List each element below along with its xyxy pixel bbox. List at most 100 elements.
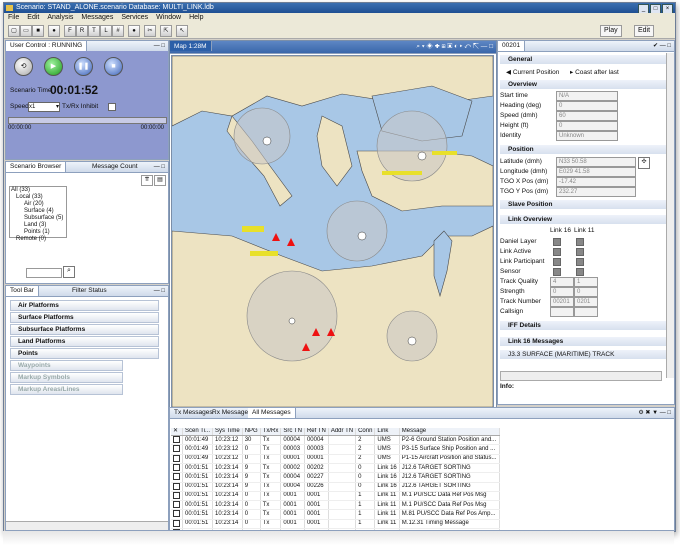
row-checkbox-cell[interactable] [171, 472, 183, 483]
column-header[interactable]: Addr TN [328, 428, 357, 437]
table-row[interactable]: 00:01:51 10:23:14 0 Tx 0001 0001 1 Link 11 M.12.… [171, 519, 500, 530]
tree-item-remote[interactable]: Remote (0) [10, 236, 66, 243]
table-row[interactable]: 00:01:49 10:23:12 0 Tx 00003 00003 2 UMS P3-15 S… [171, 444, 500, 455]
collapse-all-icon[interactable]: ⇈ [141, 175, 153, 186]
table-row[interactable]: 00:01:51 10:23:14 0 Tx 0001 0001 1 Link 11 M.1 P… [171, 491, 500, 502]
tree-item-points[interactable]: Points (1) [10, 229, 66, 236]
row-checkbox[interactable] [173, 519, 180, 527]
link16-field[interactable]: 00201 [550, 297, 574, 307]
stop-button[interactable]: ■ [104, 57, 123, 76]
section-points[interactable]: Points [10, 348, 159, 359]
position-field[interactable]: N33 50.58 [556, 157, 636, 167]
view-minmax-icon[interactable]: — □ [154, 162, 165, 172]
row-checkbox[interactable] [173, 482, 180, 490]
link11-checkbox[interactable] [576, 248, 584, 256]
menu-analysis[interactable]: Analysis [47, 13, 73, 22]
filter-icon[interactable]: F [64, 25, 76, 37]
link-icon[interactable]: L [100, 25, 112, 37]
link16-field[interactable]: 0 [550, 287, 574, 297]
tab-tool-bar[interactable]: Tool Bar [6, 286, 39, 296]
perspective-edit[interactable]: Edit [634, 25, 655, 37]
overview-field[interactable]: N/A [556, 91, 618, 101]
row-checkbox-cell[interactable] [171, 500, 183, 511]
search-icon[interactable]: ⌕ [63, 266, 75, 278]
section-waypoints[interactable]: Waypoints [10, 360, 123, 371]
row-checkbox[interactable] [173, 464, 180, 472]
menu-window[interactable]: Window [156, 13, 181, 22]
row-checkbox[interactable] [173, 501, 180, 509]
row-checkbox-cell[interactable] [171, 444, 183, 455]
section-subsurface-platforms[interactable]: Subsurface Platforms [10, 324, 159, 335]
column-header[interactable]: Src TN [280, 428, 305, 437]
pointer-icon[interactable]: ↖ [176, 25, 188, 37]
row-checkbox-cell[interactable] [171, 482, 183, 492]
open-folder-icon[interactable]: ▭ [20, 25, 32, 37]
column-header[interactable]: Sys Time [212, 428, 243, 437]
overview-field[interactable]: 0 [556, 121, 618, 131]
link16-field[interactable] [550, 307, 574, 317]
save-icon[interactable]: ■ [32, 25, 44, 37]
section-general[interactable]: General [500, 55, 672, 64]
link11-checkbox[interactable] [576, 268, 584, 276]
section-surface-platforms[interactable]: Surface Platforms [10, 312, 159, 323]
tab-all-messages[interactable]: All Messages [248, 408, 296, 418]
tab-properties[interactable]: 00201 [498, 41, 526, 51]
section-air-platforms[interactable]: Air Platforms [10, 300, 159, 311]
txrx-inhibit-checkbox[interactable] [108, 103, 116, 111]
timeline-slider[interactable] [8, 117, 167, 124]
link11-field[interactable]: 1 [574, 277, 598, 287]
link16-checkbox[interactable] [553, 268, 561, 276]
vertical-scrollbar[interactable] [666, 53, 674, 378]
section-position[interactable]: Position [500, 145, 672, 154]
link11-field[interactable] [574, 307, 598, 317]
tx-icon[interactable]: T [88, 25, 100, 37]
tab-user-control[interactable]: User Control : RUNNING [6, 41, 88, 51]
overview-field[interactable]: 0 [556, 101, 618, 111]
record-icon[interactable]: ● [128, 25, 140, 37]
column-header[interactable]: NPG [242, 428, 261, 437]
table-row[interactable]: 00:01:51 10:23:14 0 Tx 0001 0001 1 Link 11 M.81 … [171, 509, 500, 520]
section-slave-position[interactable]: Slave Position [500, 200, 672, 209]
link16-checkbox[interactable] [553, 248, 561, 256]
current-position-option[interactable]: ◀ Current Position [506, 68, 559, 77]
view-minmax-icon[interactable]: — □ [154, 41, 165, 51]
rx-icon[interactable]: R [76, 25, 88, 37]
row-checkbox[interactable] [173, 436, 180, 444]
table-row[interactable]: 00:01:51 10:23:14 9 Tx 00002 00202 0 Link 16 J12… [171, 463, 500, 474]
message-j33[interactable]: J3.3 SURFACE (MARITIME) TRACK [500, 350, 672, 359]
tree-item-local[interactable]: Local (33) [10, 194, 66, 201]
position-field[interactable]: E029 41.58 [556, 167, 636, 177]
section-link16-messages[interactable]: Link 16 Messages [500, 337, 672, 346]
link11-checkbox[interactable] [576, 258, 584, 266]
table-row[interactable]: 00:01:51 10:23:14 9 Tx 00004 00226 0 Link 16 J12… [171, 482, 500, 492]
column-header[interactable]: Ref TN [304, 428, 329, 437]
column-header[interactable]: Message [399, 428, 500, 437]
column-header[interactable]: Scen Ti... [182, 428, 214, 437]
link11-field[interactable]: 0 [574, 287, 598, 297]
search-input[interactable] [26, 268, 62, 278]
position-field[interactable]: -17.42 [556, 177, 636, 187]
row-checkbox[interactable] [173, 473, 180, 481]
table-row[interactable]: 00:01:51 10:23:14 0 Tx 0001 0001 1 Link 11 M.1 P… [171, 500, 500, 511]
menu-help[interactable]: Help [189, 13, 203, 22]
link11-checkbox[interactable] [576, 238, 584, 246]
tab-scenario-browser[interactable]: Scenario Browser [6, 162, 67, 172]
link16-field[interactable]: 4 [550, 277, 574, 287]
tab-message-count[interactable]: Message Count [88, 162, 142, 172]
export-icon[interactable]: ⇱ [160, 25, 172, 37]
tree-item-air[interactable]: Air (20) [10, 201, 66, 208]
perspective-play[interactable]: Play [600, 25, 622, 37]
globe-icon[interactable]: ● [48, 25, 60, 37]
menu-services[interactable]: Services [121, 13, 148, 22]
row-checkbox-cell[interactable] [171, 519, 183, 530]
row-checkbox-cell[interactable] [171, 491, 183, 502]
tab-filter-status[interactable]: Filter Status [68, 286, 111, 296]
link11-field[interactable]: 0201 [574, 297, 598, 307]
coast-after-last-option[interactable]: ▸ Coast after last [570, 68, 619, 77]
filter-toggle-icon[interactable]: ▤ [154, 175, 166, 186]
column-header[interactable]: Tx/Rx [260, 428, 282, 437]
reset-button[interactable]: ⟲ [14, 57, 33, 76]
horizontal-scrollbar[interactable] [6, 521, 168, 530]
view-minmax-icon[interactable]: ✔ — □ [653, 41, 671, 51]
speed-select[interactable]: x1 ▾ [28, 102, 60, 112]
